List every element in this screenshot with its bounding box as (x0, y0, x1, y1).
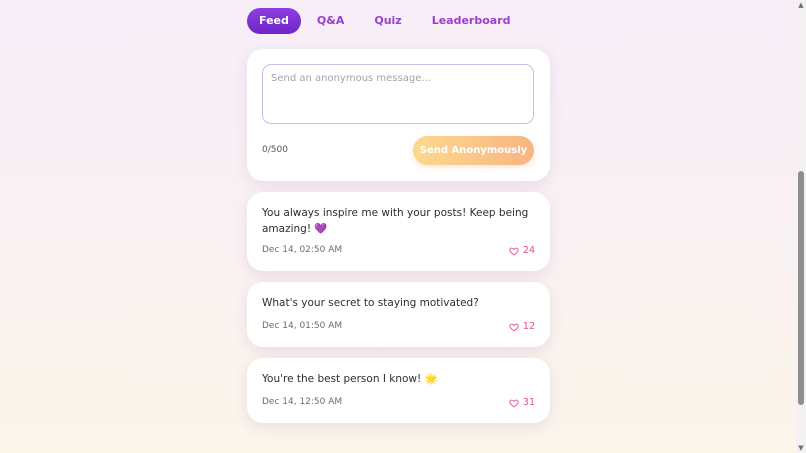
like-button[interactable]: 31 (509, 397, 535, 408)
feed-post: What's your secret to staying motivated?… (247, 282, 550, 347)
like-button[interactable]: 24 (509, 245, 535, 256)
post-timestamp: Dec 14, 01:50 AM (262, 321, 343, 331)
post-text: You always inspire me with your posts! K… (262, 207, 529, 235)
heart-outline-icon (509, 247, 519, 255)
post-timestamp: Dec 14, 12:50 AM (262, 397, 343, 407)
post-timestamp: Dec 14, 02:50 AM (262, 245, 343, 255)
like-count: 12 (522, 321, 535, 332)
vertical-scrollbar[interactable]: ▲ ▼ (796, 0, 806, 453)
tab-leaderboard[interactable]: Leaderboard (417, 8, 526, 34)
arrow-down-icon[interactable]: ▼ (797, 444, 805, 452)
feed-post: You always inspire me with your posts! K… (247, 192, 550, 271)
arrow-up-icon[interactable]: ▲ (797, 1, 805, 9)
compose-card: 0/500 Send Anonymously (247, 49, 550, 181)
like-count: 31 (522, 397, 535, 408)
like-count: 24 (522, 245, 535, 256)
post-text: You're the best person I know! 🌟 (262, 373, 438, 385)
message-input[interactable] (262, 64, 534, 124)
like-button[interactable]: 12 (509, 321, 535, 332)
tab-bar: Feed Q&A Quiz Leaderboard (247, 8, 526, 34)
tab-qa[interactable]: Q&A (302, 8, 359, 34)
tab-quiz[interactable]: Quiz (359, 8, 416, 34)
app-page: Feed Q&A Quiz Leaderboard 0/500 Send Ano… (0, 0, 796, 453)
character-counter: 0/500 (262, 145, 288, 155)
heart-outline-icon (509, 323, 519, 331)
send-anonymously-button[interactable]: Send Anonymously (413, 136, 534, 165)
feed-post: You're the best person I know! 🌟 Dec 14,… (247, 358, 550, 423)
heart-outline-icon (509, 399, 519, 407)
post-text: What's your secret to staying motivated? (262, 297, 479, 309)
scrollbar-thumb[interactable] (798, 171, 804, 405)
tab-feed[interactable]: Feed (247, 8, 301, 34)
